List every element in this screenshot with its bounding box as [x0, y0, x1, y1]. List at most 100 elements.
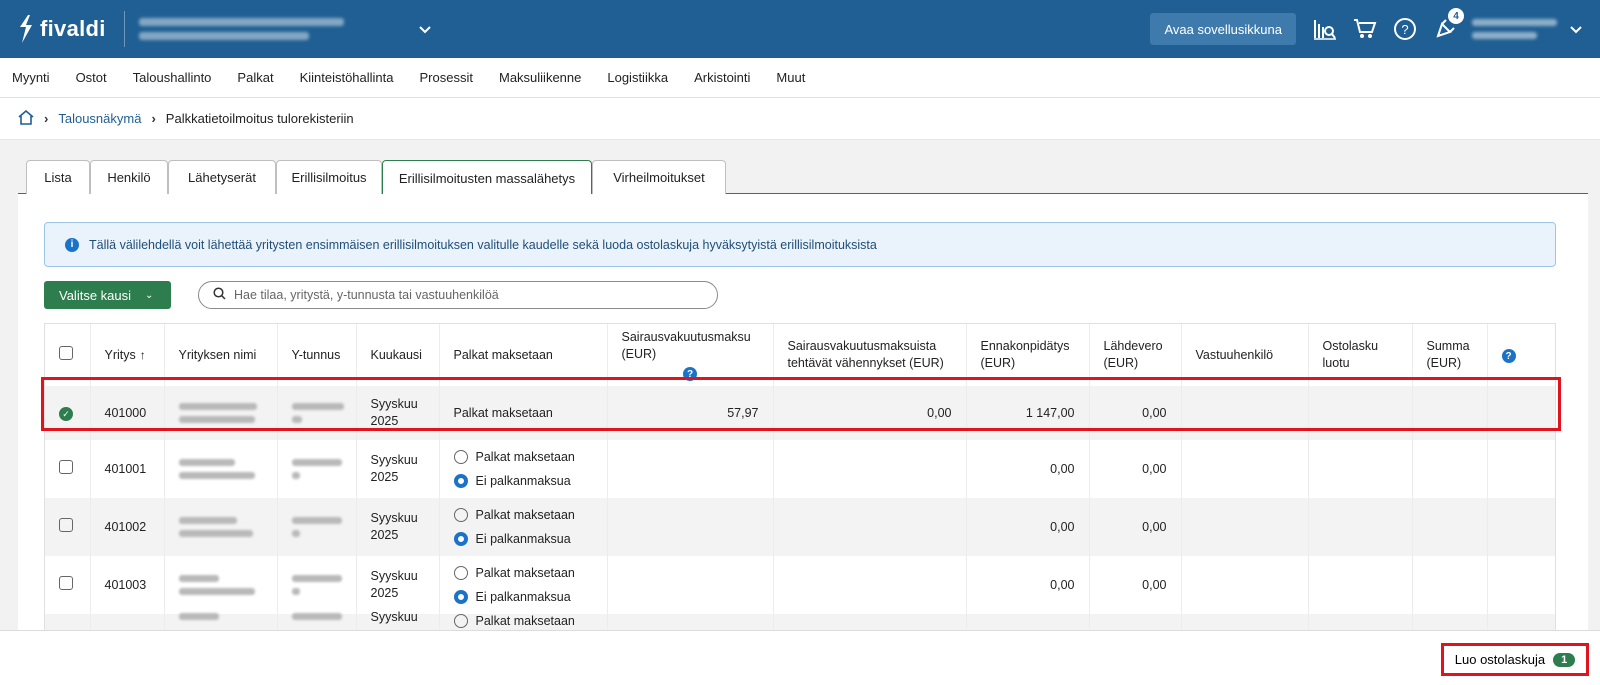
pay-options: Palkat maksetaan Ei palkanmaksua: [439, 440, 608, 498]
col-header-yrityksen-nimi[interactable]: Yrityksen nimi: [164, 324, 278, 386]
home-icon[interactable]: [18, 109, 34, 128]
user-menu[interactable]: [1472, 14, 1562, 44]
table-row[interactable]: ✓ 401000 Syyskuu 2025 Palkat maksetaan 5…: [45, 386, 1555, 440]
radio-pay[interactable]: [453, 566, 468, 580]
reports-icon[interactable]: [1312, 16, 1338, 42]
search-box[interactable]: [198, 281, 718, 309]
radio-no-pay[interactable]: [453, 474, 468, 488]
col-header-vastuuhenkilo[interactable]: Vastuuhenkilö: [1181, 324, 1309, 386]
breadcrumb-current: Palkkatietoilmoitus tulorekisteriin: [165, 111, 354, 126]
sickness-insurance: [607, 614, 774, 630]
row-checkbox[interactable]: [59, 517, 73, 532]
month: Syyskuu 2025: [356, 556, 440, 614]
menu-item-palkat[interactable]: Palkat: [237, 70, 273, 85]
radio-no-pay[interactable]: [453, 532, 468, 546]
breadcrumb: › Talousnäkymä › Palkkatietoilmoitus tul…: [0, 98, 1600, 140]
tab-lista[interactable]: Lista: [26, 160, 90, 194]
radio-no-pay[interactable]: [453, 590, 468, 604]
tab-massalahetys[interactable]: Erillisilmoitusten massalähetys: [382, 160, 592, 195]
row-end: [1487, 386, 1555, 440]
select-all-checkbox[interactable]: [59, 345, 73, 360]
help-icon[interactable]: ?: [683, 367, 697, 381]
withholding: 1 147,00: [966, 386, 1090, 440]
header-actions: Avaa sovellusikkuna ? 4: [1150, 0, 1600, 58]
checkmark-icon[interactable]: ✓: [59, 407, 73, 421]
tab-lahetyserat[interactable]: Lähetyserät: [168, 160, 276, 194]
fivaldi-logo[interactable]: fivaldi: [18, 15, 106, 43]
row-end: [1487, 556, 1555, 614]
withholding: 0,00: [966, 498, 1090, 556]
help-icon[interactable]: ?: [1392, 16, 1418, 42]
search-input[interactable]: [234, 288, 714, 302]
month: Syyskuu: [356, 610, 440, 630]
responsible-person: [1181, 498, 1309, 556]
radio-pay[interactable]: [453, 508, 468, 522]
notifications-icon[interactable]: 4: [1432, 8, 1464, 42]
footer-bar: [0, 630, 1600, 685]
deductions: [773, 556, 967, 614]
tab-henkilo[interactable]: Henkilö: [90, 160, 168, 194]
source-tax: 0,00: [1089, 440, 1182, 498]
sort-ascending-icon: ↑: [139, 347, 146, 362]
sickness-insurance: [607, 556, 774, 614]
menu-item-arkistointi[interactable]: Arkistointi: [694, 70, 750, 85]
radio-pay[interactable]: [453, 614, 468, 628]
col-header-summa[interactable]: Summa (EUR): [1412, 324, 1488, 386]
menu-item-logistiikka[interactable]: Logistiikka: [607, 70, 668, 85]
info-icon: i: [65, 237, 79, 252]
help-icon[interactable]: ?: [1501, 349, 1516, 363]
chevron-down-icon[interactable]: [418, 21, 431, 37]
col-header-sairausvakuutusmaksu[interactable]: Sairausvakuutusmaksu (EUR) ?: [607, 324, 774, 386]
radio-pay[interactable]: [453, 450, 468, 464]
main-menu: Myynti Ostot Taloushallinto Palkat Kiint…: [0, 58, 1600, 98]
menu-item-ostot[interactable]: Ostot: [76, 70, 107, 85]
company-selector[interactable]: [138, 12, 349, 46]
row-select-cell: ✓: [45, 386, 91, 440]
pay-options: Palkat maksetaan Ei palkanmaksua: [439, 498, 608, 556]
menu-item-muut[interactable]: Muut: [776, 70, 805, 85]
col-header-kuukausi[interactable]: Kuukausi: [356, 324, 440, 386]
tab-erillisilmoitus[interactable]: Erillisilmoitus: [276, 160, 382, 194]
menu-item-maksuliikenne[interactable]: Maksuliikenne: [499, 70, 581, 85]
table-row[interactable]: Syyskuu Palkat maksetaan: [45, 610, 1555, 630]
cart-icon[interactable]: [1352, 16, 1378, 42]
row-checkbox[interactable]: [59, 575, 73, 590]
company-name-blurred: [164, 440, 278, 498]
menu-item-taloushallinto[interactable]: Taloushallinto: [133, 70, 212, 85]
fivaldi-logo-icon: [20, 15, 32, 43]
deductions: [773, 614, 967, 630]
breadcrumb-parent-link[interactable]: Talousnäkymä: [58, 111, 141, 126]
col-header-ennakonpidatys[interactable]: Ennakonpidätys (EUR): [966, 324, 1090, 386]
menu-item-prosessit[interactable]: Prosessit: [420, 70, 473, 85]
menu-item-myynti[interactable]: Myynti: [12, 70, 50, 85]
open-app-window-button[interactable]: Avaa sovellusikkuna: [1150, 13, 1296, 45]
month: Syyskuu 2025: [356, 498, 440, 556]
table-row[interactable]: 401002 Syyskuu 2025 Palkat maksetaan Ei …: [45, 498, 1555, 556]
col-header-yritys[interactable]: Yritys ↑: [90, 324, 165, 386]
deductions: [773, 440, 967, 498]
sum: [1412, 440, 1488, 498]
select-period-label: Valitse kausi: [59, 287, 132, 303]
breadcrumb-separator: ›: [44, 111, 49, 126]
invoice-created: [1308, 614, 1413, 630]
source-tax: [1089, 614, 1182, 630]
create-invoices-button[interactable]: Luo ostolaskuja 1: [1441, 643, 1589, 676]
col-header-palkat-maksetaan[interactable]: Palkat maksetaan: [439, 324, 608, 386]
row-select-cell: [45, 556, 91, 614]
table-row[interactable]: 401001 Syyskuu 2025 Palkat maksetaan Ei …: [45, 440, 1555, 498]
withholding: [966, 614, 1090, 630]
row-checkbox[interactable]: [59, 459, 73, 474]
col-header-y-tunnus[interactable]: Y-tunnus: [277, 324, 357, 386]
select-period-button[interactable]: Valitse kausi ⌄: [44, 281, 171, 309]
col-header-ostolasku-luotu[interactable]: Ostolasku luotu: [1308, 324, 1413, 386]
month: Syyskuu 2025: [356, 386, 440, 440]
table-row[interactable]: 401003 Syyskuu 2025 Palkat maksetaan Ei …: [45, 556, 1555, 614]
tab-virheilmoitukset[interactable]: Virheilmoitukset: [592, 160, 726, 194]
breadcrumb-separator: ›: [151, 111, 156, 126]
companies-table: Yritys ↑ Yrityksen nimi Y-tunnus Kuukausi…: [44, 323, 1556, 630]
col-header-vahennykset[interactable]: Sairausvakuutusmaksuista tehtävät vähenn…: [773, 324, 967, 386]
chevron-down-icon[interactable]: [1570, 21, 1582, 37]
menu-item-kiinteistohallinta[interactable]: Kiinteistöhallinta: [300, 70, 394, 85]
month: Syyskuu 2025: [356, 440, 440, 498]
col-header-lahdevero[interactable]: Lähdevero (EUR): [1089, 324, 1182, 386]
